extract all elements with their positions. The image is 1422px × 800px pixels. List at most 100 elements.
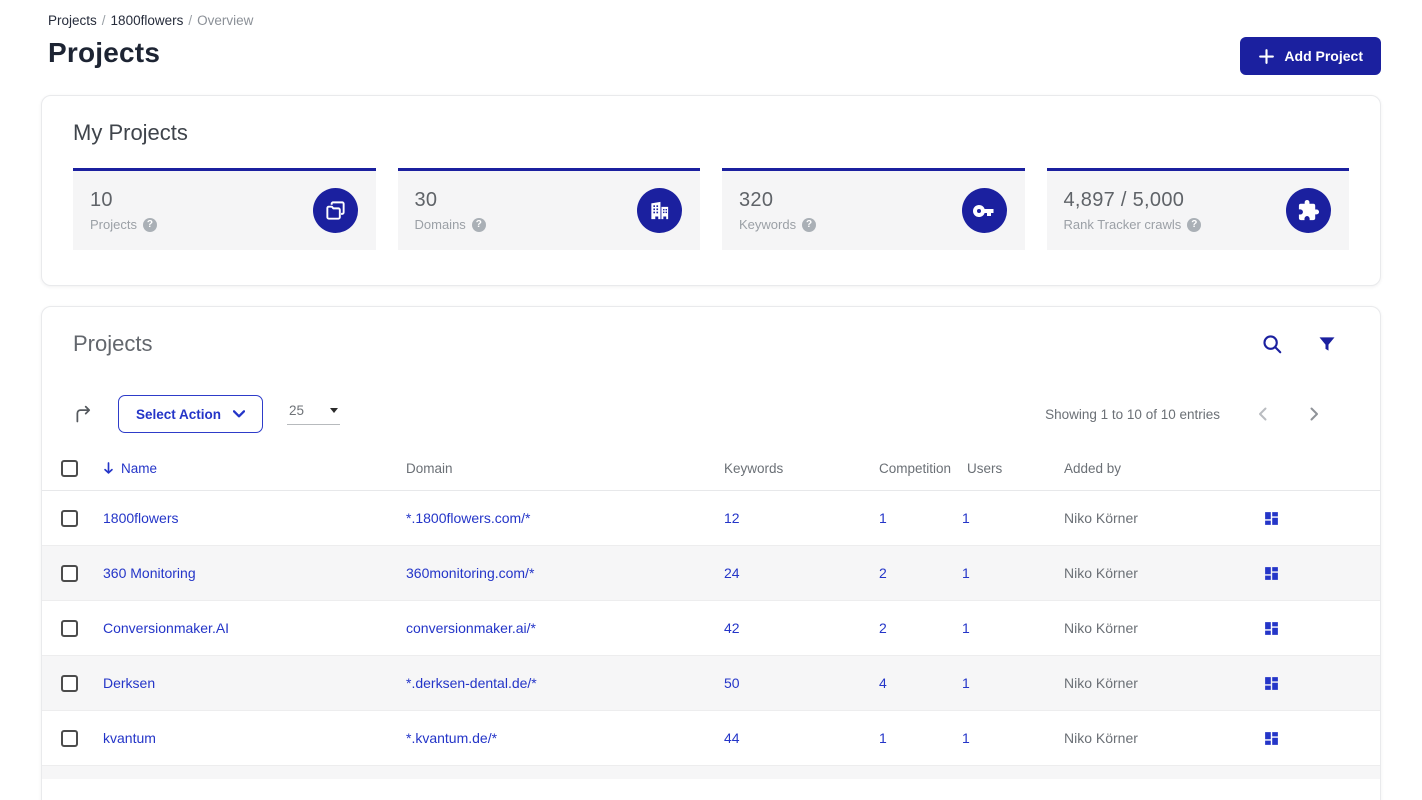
project-added-by: Niko Körner [1064,730,1138,746]
project-domain-link[interactable]: *.1800flowers.com/* [406,510,531,526]
dashboard-icon[interactable] [1263,565,1280,582]
table-row: kvantum *.kvantum.de/* 44 1 1 Niko Körne… [42,711,1380,766]
page-title: Projects [48,37,161,68]
stat-crawls: 4,897 / 5,000 Rank Tracker crawls? [1046,168,1349,250]
export-icon[interactable] [73,404,94,425]
prev-page-icon[interactable] [1256,407,1269,421]
dashboard-icon[interactable] [1263,510,1280,527]
project-added-by: Niko Körner [1064,510,1138,526]
showing-entries-text: Showing 1 to 10 of 10 entries [1045,406,1220,422]
stat-keywords-value: 320 [739,189,774,211]
stat-domains-value: 30 [414,189,438,211]
select-action-dropdown[interactable]: Select Action [118,395,264,433]
add-project-label: Add Project [1284,48,1363,64]
project-competition-link[interactable]: 1 [879,730,887,746]
select-action-label: Select Action [136,406,222,422]
project-competition-link[interactable]: 2 [879,565,887,581]
column-header-keywords[interactable]: Keywords [724,461,879,476]
project-keywords-link[interactable]: 12 [724,510,740,526]
table-row: 360 Monitoring 360monitoring.com/* 24 2 … [42,546,1380,601]
help-icon[interactable]: ? [1187,217,1202,232]
project-added-by: Niko Körner [1064,620,1138,636]
column-header-name[interactable]: Name [103,461,406,476]
help-icon[interactable]: ? [142,217,157,232]
dashboard-icon[interactable] [1263,730,1280,747]
table-header-row: Name Domain Keywords Competition Users A… [42,446,1380,491]
chevron-down-icon [233,410,246,418]
column-header-domain[interactable]: Domain [406,461,724,476]
stat-keywords-label: Keywords [739,217,797,232]
project-keywords-link[interactable]: 44 [724,730,740,746]
next-page-icon[interactable] [1308,407,1321,421]
breadcrumb-projects[interactable]: Projects [48,13,97,28]
breadcrumb-1800flowers[interactable]: 1800flowers [111,13,184,28]
stat-crawls-value: 4,897 / 5,000 [1063,189,1185,211]
project-users-link[interactable]: 1 [962,730,970,746]
row-checkbox[interactable] [61,509,78,527]
project-users-link[interactable]: 1 [962,675,970,691]
table-row-partial [42,766,1380,779]
project-domain-link[interactable]: *.kvantum.de/* [406,730,497,746]
project-competition-link[interactable]: 4 [879,675,887,691]
stat-projects-label: Projects [90,217,137,232]
column-header-added-by[interactable]: Added by [1064,461,1263,476]
projects-table: Name Domain Keywords Competition Users A… [42,446,1380,779]
project-keywords-link[interactable]: 50 [724,675,740,691]
project-name-link[interactable]: 360 Monitoring [103,565,196,581]
filter-icon[interactable] [1315,332,1339,356]
breadcrumb: Projects/1800flowers / Overview [48,13,254,28]
project-keywords-link[interactable]: 24 [724,565,740,581]
project-competition-link[interactable]: 2 [879,620,887,636]
table-row: Derksen *.derksen-dental.de/* 50 4 1 Nik… [42,656,1380,711]
project-users-link[interactable]: 1 [962,620,970,636]
stat-projects: 10 Projects? [73,168,376,250]
page-size-value: 25 [289,403,305,418]
column-header-competition[interactable]: Competition [879,461,962,476]
dashboard-icon[interactable] [1263,620,1280,637]
stats-row: 10 Projects? 30 Domains? 320 Keywords ? … [73,168,1349,250]
project-name-link[interactable]: 1800flowers [103,510,179,526]
table-row: 1800flowers *.1800flowers.com/* 12 1 1 N… [42,491,1380,546]
project-keywords-link[interactable]: 42 [724,620,740,636]
add-project-button[interactable]: Add Project [1240,37,1381,75]
help-icon[interactable]: ? [802,217,817,232]
puzzle-icon [1286,188,1331,233]
project-users-link[interactable]: 1 [962,565,970,581]
row-checkbox[interactable] [61,674,78,692]
sort-down-icon [103,461,114,475]
dashboard-icon[interactable] [1263,675,1280,692]
page-size-select[interactable]: 25 [287,403,341,425]
project-domain-link[interactable]: 360monitoring.com/* [406,565,534,581]
select-arrow-icon [330,408,339,413]
project-domain-link[interactable]: conversionmaker.ai/* [406,620,536,636]
my-projects-card: My Projects 10 Projects? 30 Domains? 320… [41,95,1381,286]
stat-domains: 30 Domains? [397,168,700,250]
project-name-link[interactable]: kvantum [103,730,156,746]
select-all-checkbox[interactable] [61,459,78,477]
stat-domains-label: Domains [414,217,466,232]
projects-panel-title: Projects [73,331,153,356]
project-added-by: Niko Körner [1064,565,1138,581]
stat-keywords: 320 Keywords? [722,168,1025,250]
stat-crawls-label: Rank Tracker crawls [1063,217,1182,232]
project-competition-link[interactable]: 1 [879,510,887,526]
search-icon[interactable] [1259,331,1285,357]
project-users-link[interactable]: 1 [962,510,970,526]
project-name-link[interactable]: Derksen [103,675,155,691]
project-name-link[interactable]: Conversionmaker.AI [103,620,229,636]
projects-table-card: Projects Select Action 25 Showing 1 to 1… [41,306,1381,800]
row-checkbox[interactable] [61,729,78,747]
column-header-users[interactable]: Users [962,461,1064,476]
projects-icon [312,188,358,233]
help-icon[interactable]: ? [471,217,486,232]
project-added-by: Niko Körner [1064,675,1138,691]
table-row: Conversionmaker.AI conversionmaker.ai/* … [42,601,1380,656]
stat-projects-value: 10 [90,189,113,211]
keywords-icon [961,188,1007,233]
row-checkbox[interactable] [61,564,78,582]
plus-icon [1258,48,1275,65]
my-projects-title: My Projects [73,120,188,145]
project-domain-link[interactable]: *.derksen-dental.de/* [406,675,537,691]
domains-icon [637,188,682,233]
row-checkbox[interactable] [61,619,78,637]
